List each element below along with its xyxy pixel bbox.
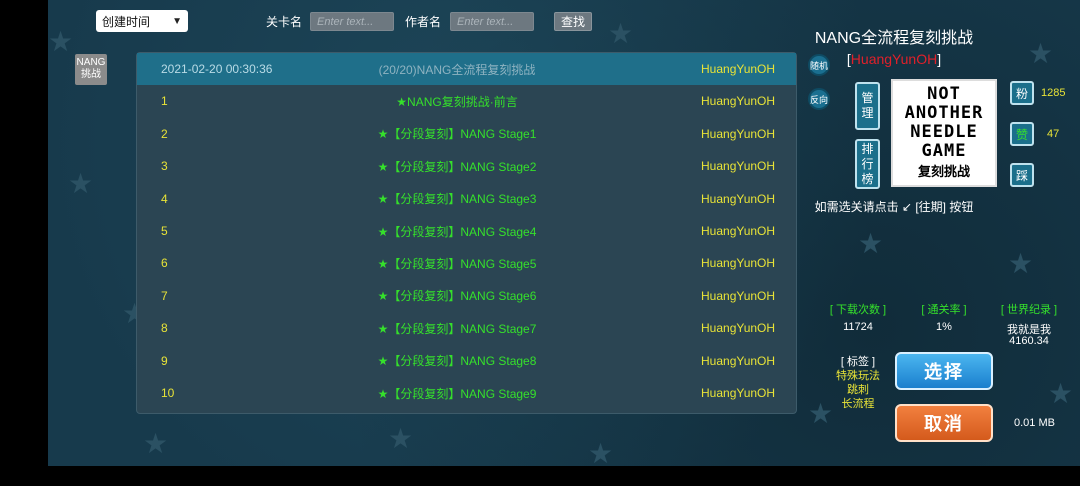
world-record-time: 4160.34 <box>1009 335 1049 347</box>
level-name-input[interactable] <box>310 12 394 31</box>
reverse-button[interactable]: 反向 <box>808 88 830 110</box>
level-row-author: HuangYunOH <box>701 191 776 206</box>
level-row[interactable]: 4 ★【分段复刻】NANG Stage3 HuangYunOH <box>137 183 796 215</box>
like-count: 47 <box>1047 128 1060 140</box>
fans-count: 1285 <box>1041 87 1066 99</box>
author-bracket-close: ] <box>937 51 942 67</box>
collection-title: (20/20)NANG全流程复刻挑战 <box>378 62 536 77</box>
level-row-index: 6 <box>161 256 168 271</box>
author-name-label: 作者名 <box>405 15 442 29</box>
leaderboard-label: 排行榜 <box>861 141 874 186</box>
background-star-icon: ★ <box>143 428 169 459</box>
downloads-label: [ 下载次数 ] <box>829 304 887 316</box>
thumbnail-line-3: NEEDLE <box>910 122 978 142</box>
like-button[interactable]: 赞 <box>1010 122 1034 146</box>
manage-button[interactable]: 管理 <box>855 82 880 130</box>
thumbnail-line-4: GAME <box>921 141 967 161</box>
background-star-icon: ★ <box>1008 248 1034 279</box>
level-row[interactable]: 10 ★【分段复刻】NANG Stage9 HuangYunOH <box>137 377 796 409</box>
level-row-title: ★【分段复刻】NANG Stage7 <box>377 321 537 336</box>
sort-dropdown-value: 创建时间 <box>102 14 151 29</box>
chevron-down-icon: ▼ <box>172 15 182 27</box>
search-button[interactable]: 查找 <box>554 12 592 31</box>
level-row[interactable]: 7 ★【分段复刻】NANG Stage6 HuangYunOH <box>137 280 796 312</box>
list-header-row[interactable]: 2021-02-20 00:30:36 (20/20)NANG全流程复刻挑战 H… <box>137 53 796 85</box>
level-row-author: HuangYunOH <box>701 288 776 303</box>
level-row[interactable]: 3 ★【分段复刻】NANG Stage2 HuangYunOH <box>137 150 796 182</box>
level-name-label: 关卡名 <box>266 15 303 29</box>
level-row-index: 10 <box>161 386 175 400</box>
level-row-author: HuangYunOH <box>701 159 776 174</box>
background-star-icon: ★ <box>588 438 614 467</box>
background-star-icon: ★ <box>858 228 884 259</box>
level-row[interactable]: 9 ★【分段复刻】NANG Stage8 HuangYunOH <box>137 345 796 377</box>
manage-label: 管理 <box>861 91 874 120</box>
level-row-title: ★【分段复刻】NANG Stage6 <box>377 289 537 304</box>
level-row-title: ★【分段复刻】NANG Stage9 <box>377 386 537 401</box>
level-thumbnail: NOT ANOTHER NEEDLE GAME 复刻挑战 <box>891 79 997 187</box>
level-row[interactable]: 6 ★【分段复刻】NANG Stage5 HuangYunOH <box>137 247 796 279</box>
level-row-title: ★【分段复刻】NANG Stage4 <box>377 224 537 239</box>
leaderboard-button[interactable]: 排行榜 <box>855 139 880 189</box>
world-record-label: [ 世界纪录 ] <box>1000 304 1058 316</box>
dislike-button[interactable]: 踩 <box>1010 163 1034 187</box>
level-list: 2021-02-20 00:30:36 (20/20)NANG全流程复刻挑战 H… <box>136 52 797 414</box>
level-row-index: 5 <box>161 224 168 238</box>
level-row-index: 2 <box>161 126 168 141</box>
collection-author: HuangYunOH <box>701 62 776 76</box>
clear-rate-label: [ 通关率 ] <box>921 304 967 316</box>
level-row-index: 1 <box>161 94 168 109</box>
level-row-author: HuangYunOH <box>701 94 776 109</box>
tag-item: 长流程 <box>841 398 875 410</box>
level-row[interactable]: 1 ★NANG复刻挑战·前言 HuangYunOH <box>137 85 796 117</box>
collection-date: 2021-02-20 00:30:36 <box>161 62 273 76</box>
background-star-icon: ★ <box>1028 38 1054 69</box>
level-row-index: 3 <box>161 159 168 174</box>
background-star-icon: ★ <box>608 18 634 49</box>
level-row[interactable]: 5 ★【分段复刻】NANG Stage4 HuangYunOH <box>137 215 796 247</box>
thumbnail-line-2: ANOTHER <box>904 103 984 123</box>
level-row-author: HuangYunOH <box>701 126 776 141</box>
level-author-line: [HuangYunOH] <box>784 51 1004 67</box>
level-row-index: 9 <box>161 353 168 368</box>
level-row-title: ★【分段复刻】NANG Stage2 <box>377 159 537 174</box>
level-row[interactable]: 8 ★【分段复刻】NANG Stage7 HuangYunOH <box>137 312 796 344</box>
level-row-index: 8 <box>161 321 168 336</box>
level-row-title: ★【分段复刻】NANG Stage3 <box>377 192 537 207</box>
level-row-title: ★NANG复刻挑战·前言 <box>396 94 518 109</box>
select-stage-hint: 如需选关请点击 ↙ [往期] 按钮 <box>814 200 974 214</box>
level-row-index: 7 <box>161 288 168 303</box>
thumbnail-line-1: NOT <box>927 84 961 104</box>
level-row-title: ★【分段复刻】NANG Stage5 <box>377 256 537 271</box>
fans-button[interactable]: 粉 <box>1010 81 1034 105</box>
level-row-author: HuangYunOH <box>701 224 776 238</box>
level-row-index: 4 <box>161 191 168 206</box>
level-title: NANG全流程复刻挑战 <box>814 30 974 47</box>
clear-rate-value: 1% <box>936 321 952 333</box>
file-size: 0.01 MB <box>1014 417 1055 429</box>
level-row-title: ★【分段复刻】NANG Stage8 <box>377 354 537 369</box>
background-star-icon: ★ <box>68 168 94 199</box>
background-star-icon: ★ <box>388 423 414 454</box>
thumbnail-subtitle: 复刻挑战 <box>917 165 970 180</box>
level-row-author: HuangYunOH <box>701 353 776 368</box>
sort-dropdown[interactable]: 创建时间 ▼ <box>96 10 188 32</box>
level-row-author: HuangYunOH <box>701 256 776 271</box>
author-name-input[interactable] <box>450 12 534 31</box>
background-star-icon: ★ <box>48 26 74 57</box>
cancel-button[interactable]: 取消 <box>895 404 993 442</box>
level-row-author: HuangYunOH <box>701 321 776 336</box>
background-star-icon: ★ <box>1048 378 1074 409</box>
nang-challenge-tab[interactable]: NANG 挑战 <box>75 54 107 85</box>
level-row-title: ★【分段复刻】NANG Stage1 <box>377 127 537 142</box>
select-button[interactable]: 选择 <box>895 352 993 390</box>
level-row-author: HuangYunOH <box>701 386 776 400</box>
downloads-value: 11724 <box>843 321 873 333</box>
level-author-name[interactable]: HuangYunOH <box>851 51 937 67</box>
level-row[interactable]: 2 ★【分段复刻】NANG Stage1 HuangYunOH <box>137 118 796 150</box>
